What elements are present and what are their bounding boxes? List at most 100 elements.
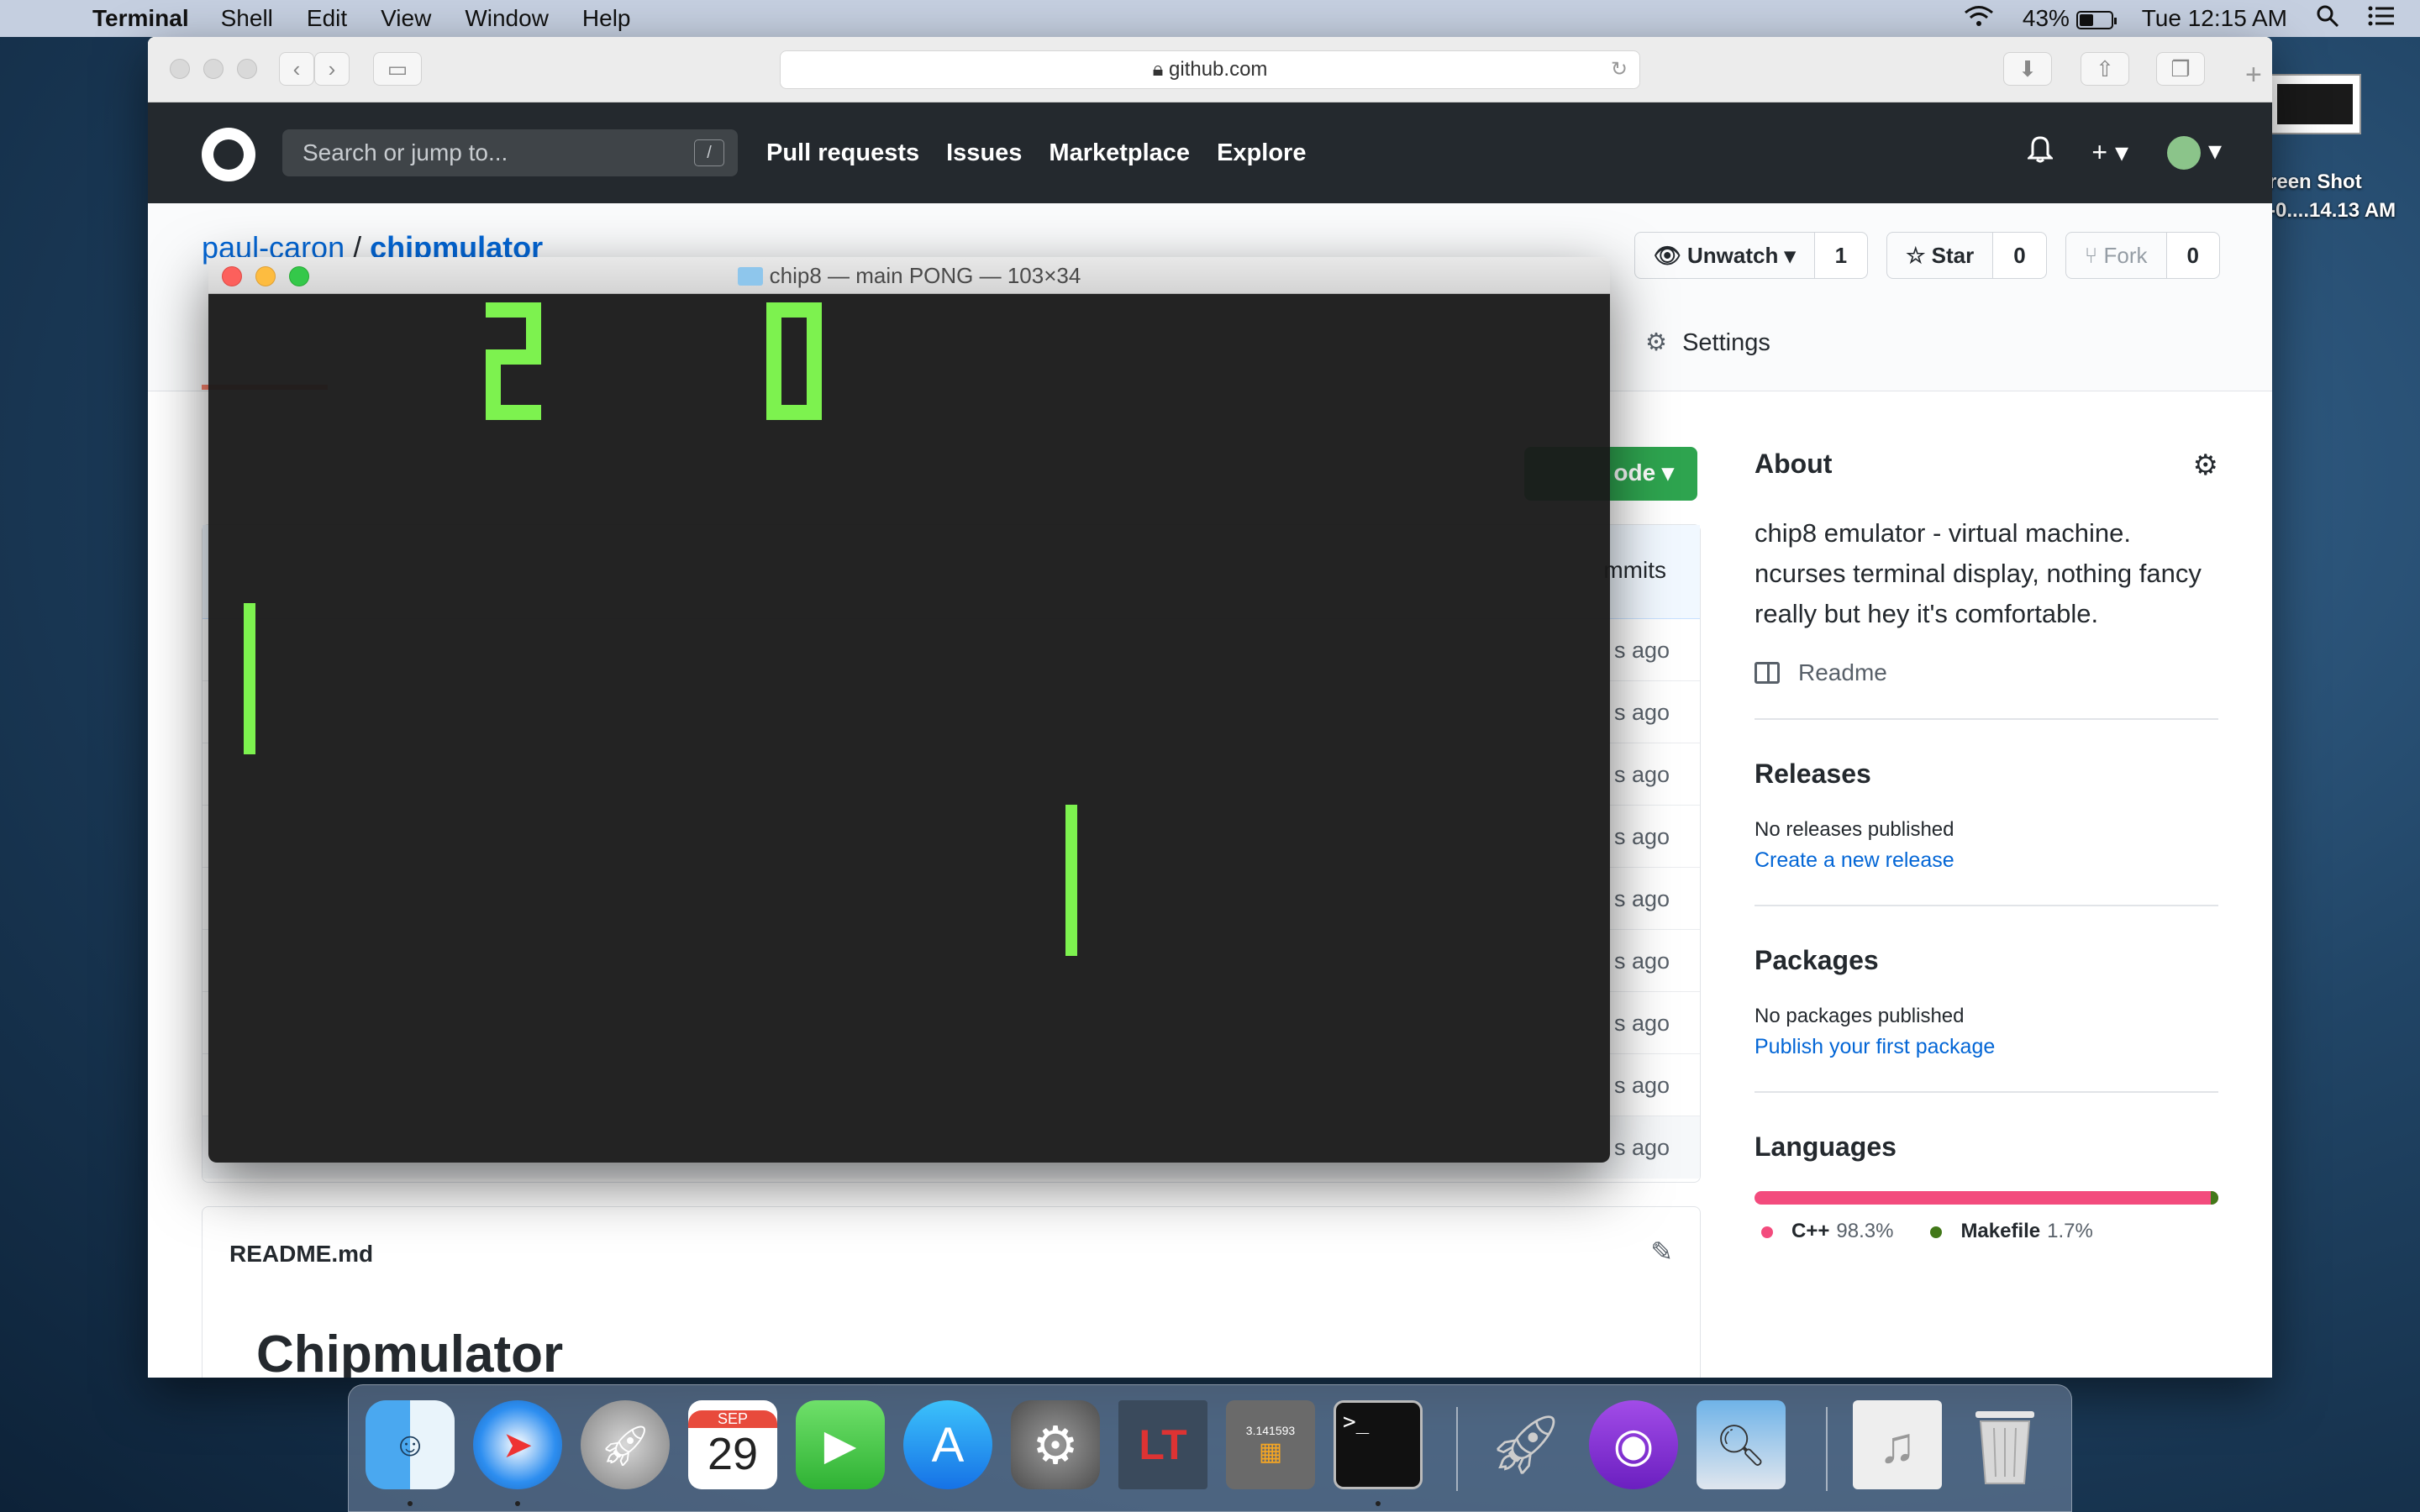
menu-clock[interactable]: Tue 12:15 AM — [2142, 5, 2287, 32]
unwatch-label: Unwatch — [1687, 243, 1779, 268]
publish-package-link[interactable]: Publish your first package — [1754, 1035, 2218, 1059]
language-percent: 1.7% — [2047, 1220, 2093, 1242]
readme-heading: Chipmulator — [256, 1326, 564, 1378]
system-preferences-icon[interactable]: ⚙ — [1011, 1400, 1100, 1489]
podcasts-icon[interactable]: ◉ — [1589, 1400, 1678, 1489]
calendar-icon[interactable]: SEP 29 — [688, 1400, 777, 1489]
minimize-window-button[interactable] — [203, 59, 224, 79]
dock-separator — [1456, 1407, 1458, 1491]
packages-title[interactable]: Packages — [1754, 945, 2218, 976]
fork-count[interactable]: 0 — [2166, 233, 2219, 278]
terminal-minimize-button[interactable] — [255, 266, 276, 286]
notifications-bell-icon[interactable] — [2026, 134, 2055, 170]
terminal-zoom-button[interactable] — [289, 266, 309, 286]
packages-empty-text: No packages published — [1754, 1005, 1965, 1027]
running-indicator — [515, 1501, 520, 1506]
desktop-screenshot-label[interactable]: reen Shot -0....14.13 AM — [2269, 168, 2420, 225]
terminal-content[interactable] — [208, 294, 1610, 1163]
battery-icon — [2075, 10, 2117, 29]
dock-separator — [1826, 1407, 1828, 1491]
book-icon — [1754, 662, 1780, 684]
nav-pull-requests[interactable]: Pull requests — [766, 139, 919, 167]
ltspice-icon[interactable]: LT — [1118, 1400, 1207, 1489]
readme-link[interactable]: Readme — [1754, 659, 2218, 686]
star-button[interactable]: ☆ Star — [1887, 233, 1994, 278]
app-store-icon[interactable]: A — [903, 1400, 992, 1489]
fork-button[interactable]: ⑂ Fork — [2066, 233, 2167, 278]
edit-pencil-icon[interactable]: ✎ — [1650, 1236, 1673, 1268]
releases-title[interactable]: Releases — [1754, 759, 2218, 790]
language-name: Makefile — [1960, 1220, 2041, 1242]
reload-icon[interactable]: ↻ — [1611, 51, 1628, 88]
battery-status[interactable]: 43% — [2022, 5, 2117, 32]
terminal-titlebar[interactable]: chip8 — main PONG — 103×34 — [208, 257, 1610, 294]
lock-icon: 🔒︎ — [1152, 58, 1164, 81]
divider — [1754, 718, 2218, 720]
terminal-close-button[interactable] — [222, 266, 242, 286]
readme-link-label: Readme — [1798, 659, 1887, 685]
new-tab-button[interactable]: + — [2245, 59, 2272, 92]
github-header: Search or jump to... / Pull requests Iss… — [148, 102, 2272, 203]
terminal-window: chip8 — main PONG — 103×34 — [208, 257, 1610, 1163]
makefile-segment — [2210, 1191, 2218, 1205]
terminal-icon[interactable]: >_ — [1334, 1400, 1423, 1489]
readme-box: README.md ✎ Chipmulator — [202, 1206, 1701, 1378]
finder-icon[interactable]: ☺ — [366, 1400, 455, 1489]
desktop-label-line2: -0....14.13 AM — [2269, 199, 2396, 222]
wifi-icon[interactable] — [1964, 5, 1994, 33]
fork-icon: ⑂ — [2084, 243, 2098, 268]
language-cpp[interactable]: C++ 98.3% — [1761, 1220, 1893, 1243]
unwatch-button[interactable]: 👁︎ Unwatch ▾ — [1635, 233, 1815, 278]
github-search-input[interactable]: Search or jump to... / — [282, 129, 738, 176]
spotlight-search-icon[interactable] — [2316, 4, 2339, 34]
nav-issues[interactable]: Issues — [946, 139, 1022, 167]
language-dot-icon — [1930, 1226, 1943, 1238]
launchpad-icon[interactable]: 🚀︎ — [581, 1400, 670, 1489]
create-release-link[interactable]: Create a new release — [1754, 848, 2218, 873]
languages-bar — [1754, 1191, 2218, 1205]
menu-edit[interactable]: Edit — [307, 5, 347, 32]
language-makefile[interactable]: Makefile 1.7% — [1930, 1220, 2093, 1243]
battery-percent: 43% — [2022, 5, 2070, 31]
file-age: s ago — [1613, 638, 1670, 663]
dock: ☺ ➤ 🚀︎ SEP 29 ▶︎ A ⚙ LT 3.141593 ▦ >_ 🚀︎… — [348, 1384, 2072, 1512]
nav-explore[interactable]: Explore — [1217, 139, 1306, 167]
watch-count[interactable]: 1 — [1814, 233, 1868, 278]
close-window-button[interactable] — [170, 59, 190, 79]
preview-icon[interactable]: 🔍︎ — [1697, 1400, 1786, 1489]
downloads-icon[interactable]: ⬇ — [2003, 52, 2052, 86]
sidebar-toggle-icon[interactable]: ▭ — [373, 52, 422, 86]
menu-app-name[interactable]: Terminal — [92, 5, 189, 32]
search-placeholder: Search or jump to... — [302, 139, 508, 165]
zoom-window-button[interactable] — [237, 59, 257, 79]
gear-icon: ⚙ — [1645, 329, 1667, 356]
menu-shell[interactable]: Shell — [221, 5, 273, 32]
nav-marketplace[interactable]: Marketplace — [1049, 139, 1190, 167]
notification-center-icon[interactable] — [2368, 5, 2395, 33]
address-bar[interactable]: 🔒︎ github.com ↻ — [780, 50, 1640, 89]
about-description: chip8 emulator - virtual machine. ncurse… — [1754, 518, 2202, 628]
create-new-plus-icon[interactable]: + ▾ — [2091, 136, 2128, 168]
menu-window[interactable]: Window — [465, 5, 549, 32]
safari-icon[interactable]: ➤ — [473, 1400, 562, 1489]
facetime-icon[interactable]: ▶︎ — [796, 1400, 885, 1489]
commits-link[interactable]: mmits — [1603, 557, 1666, 584]
music-file-icon[interactable]: ♫ — [1853, 1400, 1942, 1489]
about-settings-gear-icon[interactable]: ⚙ — [2193, 449, 2218, 482]
back-button[interactable]: ‹ — [279, 52, 314, 86]
calendar-month: SEP — [688, 1410, 777, 1428]
user-menu[interactable]: ▾ — [2167, 134, 2222, 170]
calculator-icon[interactable]: 3.141593 ▦ — [1226, 1400, 1315, 1489]
share-icon[interactable]: ⇧ — [2081, 52, 2129, 86]
menu-help[interactable]: Help — [582, 5, 631, 32]
trash-icon[interactable] — [1960, 1400, 2049, 1489]
forward-button[interactable]: › — [314, 52, 350, 86]
menu-view[interactable]: View — [381, 5, 431, 32]
star-count[interactable]: 0 — [1993, 233, 2046, 278]
watch-button-group: 👁︎ Unwatch ▾ 1 — [1634, 232, 1869, 279]
tabs-overview-icon[interactable]: ❐ — [2156, 52, 2205, 86]
desktop-screenshot-thumbnail[interactable] — [2269, 74, 2361, 134]
tab-settings[interactable]: ⚙ Settings — [1645, 328, 1770, 357]
rocket-icon[interactable]: 🚀︎ — [1481, 1400, 1570, 1489]
github-logo-icon[interactable] — [202, 128, 255, 181]
